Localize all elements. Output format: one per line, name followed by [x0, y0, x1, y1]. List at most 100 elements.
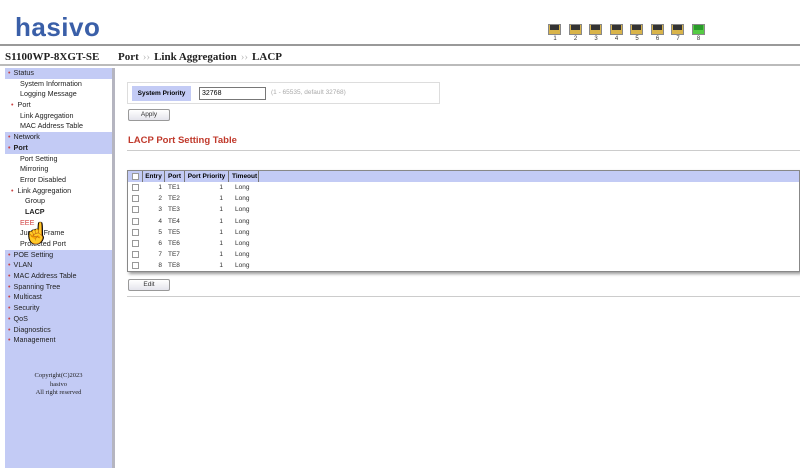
- sidebar-item-security[interactable]: Security: [5, 303, 112, 314]
- sidebar-item-management[interactable]: Management: [5, 335, 112, 346]
- port-4-status[interactable]: 4: [609, 24, 624, 42]
- port-2-status[interactable]: 2: [568, 24, 583, 42]
- cell-entry: 8: [158, 262, 162, 270]
- sidebar-item-status[interactable]: Status: [5, 68, 112, 79]
- header-port-priority: Port Priority: [185, 171, 229, 182]
- ethernet-port-icon: [548, 24, 561, 35]
- cell-entry: 1: [158, 184, 162, 191]
- copyright: Copyright(C)2023 hasivo All right reserv…: [5, 372, 112, 398]
- sidebar-item-qos[interactable]: QoS: [5, 313, 112, 325]
- port-number: 1: [553, 36, 557, 42]
- header-port: Port: [165, 171, 185, 182]
- divider: [127, 150, 800, 151]
- sidebar-item-eee[interactable]: EEE: [5, 217, 112, 229]
- sidebar-item-system-information[interactable]: System Information: [5, 78, 112, 90]
- ethernet-port-icon: [568, 24, 582, 35]
- cell-timeout: Long: [235, 239, 250, 247]
- port-6-status[interactable]: 6: [650, 24, 665, 42]
- sidebar-item-lacp[interactable]: LACP: [5, 206, 112, 218]
- sidebar-item-logging-message[interactable]: Logging Message: [5, 89, 112, 101]
- cell-port-priority: 1: [219, 217, 223, 225]
- cell-port-priority: 1: [219, 239, 223, 247]
- header-timeout: Timeout: [229, 171, 259, 182]
- cell-timeout: Long: [235, 217, 250, 225]
- sidebar-item-spanning-tree[interactable]: Spanning Tree: [5, 281, 112, 293]
- sidebar-item-link-aggregation[interactable]: Link Aggregation: [5, 110, 112, 122]
- sidebar-item-port[interactable]: Port: [5, 142, 112, 154]
- sidebar-item-vlan[interactable]: VLAN: [5, 260, 112, 272]
- sidebar-item-mirroring[interactable]: Mirroring: [5, 164, 112, 175]
- ethernet-port-icon: [650, 24, 664, 35]
- edit-button[interactable]: Edit: [128, 279, 170, 291]
- system-priority-label: System Priority: [132, 86, 191, 101]
- port-status-panel: 1 2 3 4 5 6 7 8: [548, 24, 706, 42]
- sidebar-item-group[interactable]: Group: [5, 196, 112, 207]
- copyright-line: hasivo: [50, 380, 67, 388]
- sidebar-item-diagnostics[interactable]: Diagnostics: [5, 324, 112, 336]
- cell-timeout: Long: [235, 262, 250, 270]
- main-content: System Priority (1 - 65535, default 3276…: [118, 68, 800, 468]
- sidebar-item-jumbo-frame[interactable]: Jumbo Frame: [5, 228, 112, 239]
- ethernet-port-icon: [630, 24, 643, 35]
- cell-port: TE8: [168, 262, 180, 270]
- row-checkbox[interactable]: [132, 228, 139, 236]
- cell-timeout: Long: [235, 184, 250, 191]
- sidebar-item-poe-setting[interactable]: POE Setting: [5, 249, 112, 261]
- sidebar-item-multicast[interactable]: Multicast: [5, 292, 112, 304]
- breadcrumb: Port ›› Link Aggregation ›› LACP: [118, 51, 282, 63]
- sidebar-item-port[interactable]: Port: [5, 100, 112, 111]
- cell-port: TE3: [168, 206, 180, 214]
- sidebar-item-error-disabled[interactable]: Error Disabled: [5, 174, 112, 186]
- sidebar-item-protected-port[interactable]: Protected Port: [5, 239, 112, 250]
- cell-port-priority: 1: [219, 195, 223, 203]
- port-number: 5: [635, 36, 639, 42]
- row-checkbox[interactable]: [132, 206, 139, 214]
- port-3-status[interactable]: 3: [589, 24, 603, 42]
- table-row: 6 TE6 1 Long: [128, 238, 799, 249]
- row-checkbox[interactable]: [132, 251, 139, 259]
- title-bar: S1100WP-8XGT-SE Port ›› Link Aggregation ››…: [0, 48, 800, 66]
- cell-port: TE7: [168, 251, 180, 259]
- row-checkbox[interactable]: [132, 217, 139, 225]
- system-priority-input[interactable]: [199, 87, 266, 100]
- port-number: 2: [573, 36, 578, 42]
- breadcrumb-link-aggregation: Link Aggregation: [154, 51, 237, 63]
- port-7-status[interactable]: 7: [671, 24, 685, 42]
- port-number: 4: [614, 36, 619, 42]
- row-checkbox[interactable]: [132, 184, 139, 191]
- table-row: 7 TE7 1 Long: [128, 249, 799, 260]
- table-row: 2 TE2 1 Long: [128, 193, 799, 204]
- model-name: S1100WP-8XGT-SE: [5, 51, 100, 63]
- row-checkbox[interactable]: [132, 239, 139, 247]
- sidebar-item-port-setting[interactable]: Port Setting: [5, 153, 112, 165]
- cell-entry: 6: [158, 239, 162, 247]
- row-checkbox[interactable]: [132, 195, 139, 203]
- copyright-line: Copyright(C)2023: [34, 372, 83, 379]
- table-row: 3 TE3 1 Long: [128, 204, 799, 215]
- cell-port-priority: 1: [219, 184, 223, 191]
- breadcrumb-lacp: LACP: [252, 51, 282, 63]
- port-8-status[interactable]: 8: [691, 24, 706, 42]
- cell-port-priority: 1: [219, 206, 223, 214]
- sidebar-item-mac-address-table[interactable]: MAC Address Table: [5, 121, 112, 133]
- copyright-line: All right reserved: [35, 389, 82, 396]
- cell-entry: 5: [158, 228, 162, 236]
- port-number: 3: [594, 36, 598, 42]
- cell-timeout: Long: [235, 228, 250, 236]
- row-checkbox[interactable]: [132, 262, 139, 270]
- sidebar: StatusSystem InformationLogging MessageP…: [5, 68, 115, 468]
- port-5-status[interactable]: 5: [630, 24, 644, 42]
- sidebar-item-network[interactable]: Network: [5, 132, 112, 143]
- apply-button[interactable]: Apply: [128, 109, 170, 121]
- cell-port-priority: 1: [219, 228, 223, 236]
- cell-port: TE5: [168, 228, 180, 236]
- cell-port-priority: 1: [219, 262, 223, 270]
- cell-entry: 3: [158, 206, 162, 214]
- sidebar-item-link-aggregation[interactable]: Link Aggregation: [5, 185, 112, 197]
- cell-entry: 7: [158, 251, 162, 259]
- sidebar-item-mac-address-table[interactable]: MAC Address Table: [5, 271, 112, 282]
- select-all-checkbox[interactable]: [132, 173, 139, 180]
- port-number: 8: [696, 36, 701, 42]
- port-1-status[interactable]: 1: [548, 24, 562, 42]
- cell-port-priority: 1: [219, 251, 223, 259]
